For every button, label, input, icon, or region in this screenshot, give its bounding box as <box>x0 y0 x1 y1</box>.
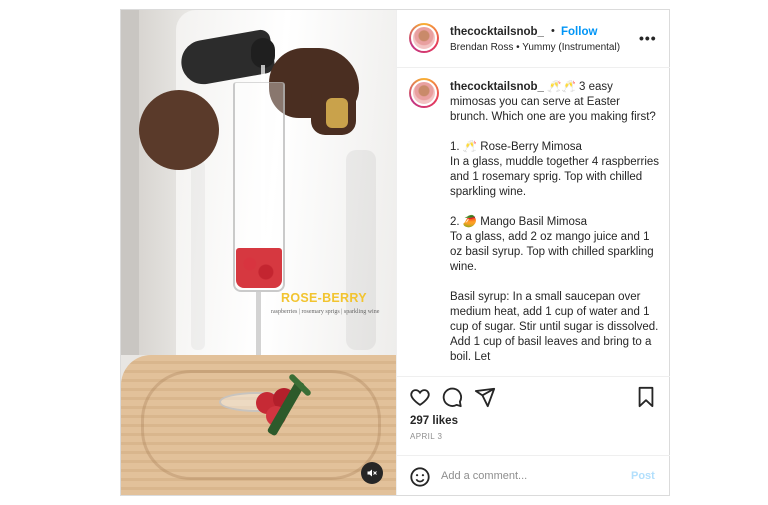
gold-watch <box>326 98 348 128</box>
post-date[interactable]: APRIL 3 <box>410 432 442 441</box>
action-section: 297 likes APRIL 3 Add a comment... Post <box>397 376 670 496</box>
heart-icon[interactable] <box>409 386 431 408</box>
mute-icon <box>367 469 377 477</box>
caption-text: thecocktailsnob_ 🥂🥂 3 easy mimosas you c… <box>450 80 660 365</box>
overlay-subtitle: raspberries | rosemary sprigs | sparklin… <box>271 309 380 315</box>
comment-bar: Add a comment... Post <box>397 455 670 497</box>
post-media[interactable]: ROSE-BERRY raspberries | rosemary sprigs… <box>121 10 396 495</box>
emoji-icon[interactable] <box>409 466 431 488</box>
muddled-raspberries <box>236 248 282 288</box>
post-header: thecocktailsnob_ • Follow Brendan Ross •… <box>397 10 670 68</box>
likes-count[interactable]: 297 likes <box>410 415 458 427</box>
more-options-icon[interactable]: ••• <box>639 30 657 46</box>
audio-subtitle[interactable]: Brendan Ross • Yummy (Instrumental) <box>450 42 620 53</box>
post-container: ROSE-BERRY raspberries | rosemary sprigs… <box>120 9 670 496</box>
overlay-title: ROSE-BERRY <box>281 291 367 305</box>
bookmark-icon[interactable] <box>635 386 657 408</box>
mute-button[interactable] <box>361 462 383 484</box>
caption-username[interactable]: thecocktailsnob_ <box>450 81 544 93</box>
bottle-neck <box>251 38 275 68</box>
shirt-fold <box>346 150 376 350</box>
avatar[interactable] <box>409 78 439 108</box>
left-hand <box>139 90 219 170</box>
follow-button[interactable]: Follow <box>561 26 597 38</box>
share-icon[interactable] <box>474 386 496 408</box>
post-comment-button[interactable]: Post <box>631 470 655 482</box>
caption-body: 🥂🥂 3 easy mimosas you can serve at Easte… <box>450 81 660 363</box>
comment-icon[interactable] <box>441 386 463 408</box>
board-grooves <box>141 370 381 480</box>
post-side-panel: thecocktailsnob_ • Follow Brendan Ross •… <box>396 10 670 496</box>
caption-area: thecocktailsnob_ 🥂🥂 3 easy mimosas you c… <box>397 68 670 376</box>
separator-dot: • <box>551 25 555 37</box>
shirt-fold <box>191 160 205 350</box>
avatar[interactable] <box>409 23 439 53</box>
comment-input[interactable]: Add a comment... <box>441 470 527 482</box>
header-username[interactable]: thecocktailsnob_ <box>450 26 544 38</box>
background-wall <box>121 10 141 355</box>
